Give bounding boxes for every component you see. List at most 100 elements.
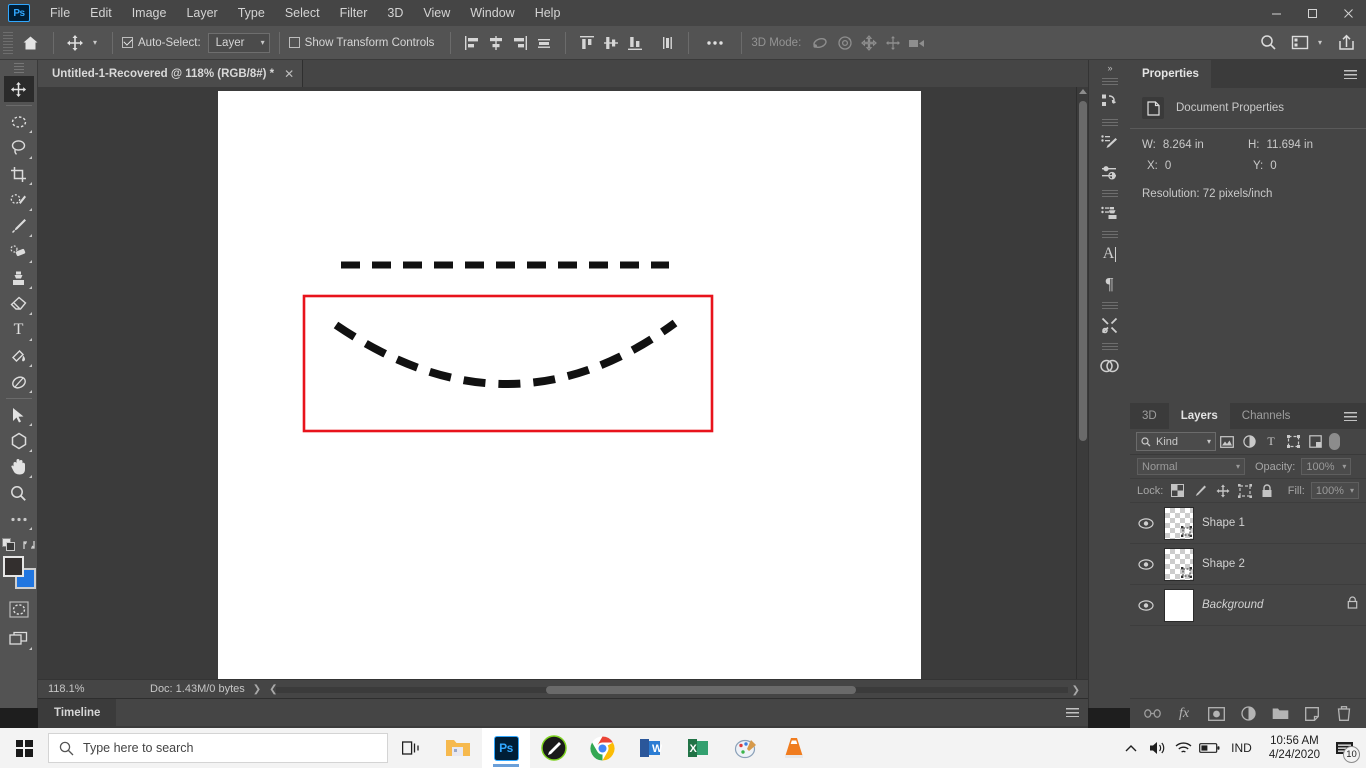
layer-visibility-icon[interactable] [1136, 599, 1156, 611]
lock-image-pixels-icon[interactable] [1192, 482, 1208, 500]
layers-panel-menu[interactable] [1335, 403, 1366, 429]
width-value[interactable]: 8.264 in [1163, 139, 1204, 151]
history-icon[interactable] [1094, 86, 1126, 116]
taskbar-app-microsoft-word[interactable]: W [626, 728, 674, 768]
filter-smart-object-icon[interactable] [1304, 432, 1326, 452]
distribute-vertically-icon[interactable] [655, 31, 679, 55]
artboard[interactable] [218, 91, 921, 679]
lock-transparent-pixels-icon[interactable] [1169, 482, 1185, 500]
dock-grip[interactable] [1101, 231, 1118, 238]
paragraph-panel-icon[interactable]: ¶ [1094, 269, 1126, 299]
show-hidden-icons-chevron-up-icon[interactable] [1118, 728, 1144, 768]
marquee-tool[interactable] [4, 109, 34, 135]
menu-image[interactable]: Image [122, 2, 177, 24]
menu-filter[interactable]: Filter [330, 2, 378, 24]
dock-grip[interactable] [1101, 343, 1118, 350]
layer-name[interactable]: Shape 2 [1202, 558, 1245, 570]
auto-select-check-box[interactable] [122, 37, 133, 48]
search-input[interactable]: Type here to search [48, 733, 388, 763]
layer-style-icon[interactable]: fx [1175, 705, 1193, 723]
hand-tool[interactable] [4, 454, 34, 480]
home-icon[interactable] [16, 31, 44, 55]
tab-channels[interactable]: Channels [1230, 403, 1303, 429]
align-top-edges-icon[interactable] [575, 31, 599, 55]
adjustments-icon[interactable] [1094, 157, 1126, 187]
workspace-icon[interactable] [1288, 31, 1312, 55]
layer-visibility-icon[interactable] [1136, 517, 1156, 529]
clone-stamp-tool[interactable] [4, 265, 34, 291]
search-icon[interactable] [1256, 31, 1280, 55]
type-tool[interactable]: T [4, 317, 34, 343]
scroll-up-arrow-icon[interactable] [1079, 89, 1087, 94]
tool-presets-icon[interactable] [1094, 310, 1126, 340]
table-row[interactable]: Shape 2 [1130, 544, 1366, 585]
tab-properties[interactable]: Properties [1130, 60, 1211, 88]
edit-toolbar-button[interactable] [4, 506, 34, 532]
taskbar-app-vlc-media-player[interactable] [770, 728, 818, 768]
dock-grip[interactable] [1101, 78, 1118, 85]
cc-libraries-icon[interactable] [1094, 351, 1126, 381]
tab-3d[interactable]: 3D [1130, 403, 1169, 429]
menu-type[interactable]: Type [228, 2, 275, 24]
menu-file[interactable]: File [40, 2, 80, 24]
tool-preset-chevron-icon[interactable]: ▾ [87, 31, 103, 55]
layer-name[interactable]: Shape 1 [1202, 517, 1245, 529]
fill-input[interactable]: 100% ▾ [1310, 482, 1359, 499]
vertical-scroll-thumb[interactable] [1079, 101, 1087, 441]
lock-all-icon[interactable] [1259, 482, 1275, 500]
shape-tool[interactable] [4, 428, 34, 454]
taskbar-app-microsoft-excel[interactable]: X [674, 728, 722, 768]
x-value[interactable]: 0 [1165, 160, 1171, 172]
minimize-button[interactable] [1258, 0, 1294, 26]
layer-mask-icon[interactable] [1207, 705, 1225, 723]
lasso-tool[interactable] [4, 135, 34, 161]
horizontal-scroll-thumb[interactable] [546, 686, 856, 694]
clone-source-icon[interactable] [1094, 198, 1126, 228]
table-row[interactable]: Shape 1 [1130, 503, 1366, 544]
character-panel-icon[interactable]: A [1094, 239, 1126, 269]
dock-grip[interactable] [1101, 119, 1118, 126]
battery-icon[interactable] [1196, 728, 1222, 768]
layer-thumbnail[interactable] [1164, 588, 1194, 622]
wifi-icon[interactable] [1170, 728, 1196, 768]
align-right-edges-icon[interactable] [508, 31, 532, 55]
pen-tool[interactable] [4, 369, 34, 395]
tab-layers[interactable]: Layers [1168, 403, 1230, 429]
volume-icon[interactable] [1144, 728, 1170, 768]
zoom-tool[interactable] [4, 480, 34, 506]
start-button[interactable] [0, 728, 48, 768]
table-row[interactable]: Background [1130, 585, 1366, 626]
roll-3d-icon[interactable] [833, 31, 857, 55]
layer-visibility-icon[interactable] [1136, 558, 1156, 570]
lock-artboard-icon[interactable] [1237, 482, 1253, 500]
filter-pixel-icon[interactable] [1216, 432, 1238, 452]
layer-thumbnail[interactable] [1164, 547, 1194, 581]
gradient-tool[interactable] [4, 343, 34, 369]
scale-3d-icon[interactable] [905, 31, 929, 55]
canvas-horizontal-scrollbar[interactable]: ❯ [276, 684, 1080, 696]
document-tab[interactable]: Untitled-1-Recovered @ 118% (RGB/8#) * ✕ [38, 60, 304, 87]
menu-view[interactable]: View [413, 2, 460, 24]
tab-timeline[interactable]: Timeline [38, 699, 117, 726]
layer-name[interactable]: Background [1202, 599, 1263, 611]
canvas-vertical-scrollbar[interactable] [1076, 87, 1088, 679]
move-tool[interactable] [3, 76, 34, 102]
drag-3d-icon[interactable] [857, 31, 881, 55]
new-layer-icon[interactable] [1303, 705, 1321, 723]
timeline-panel-menu[interactable] [1066, 699, 1088, 726]
lock-position-icon[interactable] [1214, 482, 1230, 500]
menu-select[interactable]: Select [275, 2, 330, 24]
link-layers-icon[interactable] [1143, 705, 1161, 723]
menu-layer[interactable]: Layer [176, 2, 227, 24]
taskbar-app-photoshop[interactable]: Ps [482, 728, 530, 768]
taskbar-app-paint[interactable] [722, 728, 770, 768]
brush-settings-icon[interactable] [1094, 127, 1126, 157]
menu-edit[interactable]: Edit [80, 2, 122, 24]
properties-panel-menu[interactable] [1335, 60, 1366, 88]
quick-selection-tool[interactable] [4, 187, 34, 213]
auto-select-checkbox[interactable]: Auto-Select: [122, 37, 201, 49]
menu-help[interactable]: Help [525, 2, 571, 24]
maximize-button[interactable] [1294, 0, 1330, 26]
notifications-button[interactable]: 10 [1328, 728, 1362, 768]
new-group-icon[interactable] [1271, 705, 1289, 723]
